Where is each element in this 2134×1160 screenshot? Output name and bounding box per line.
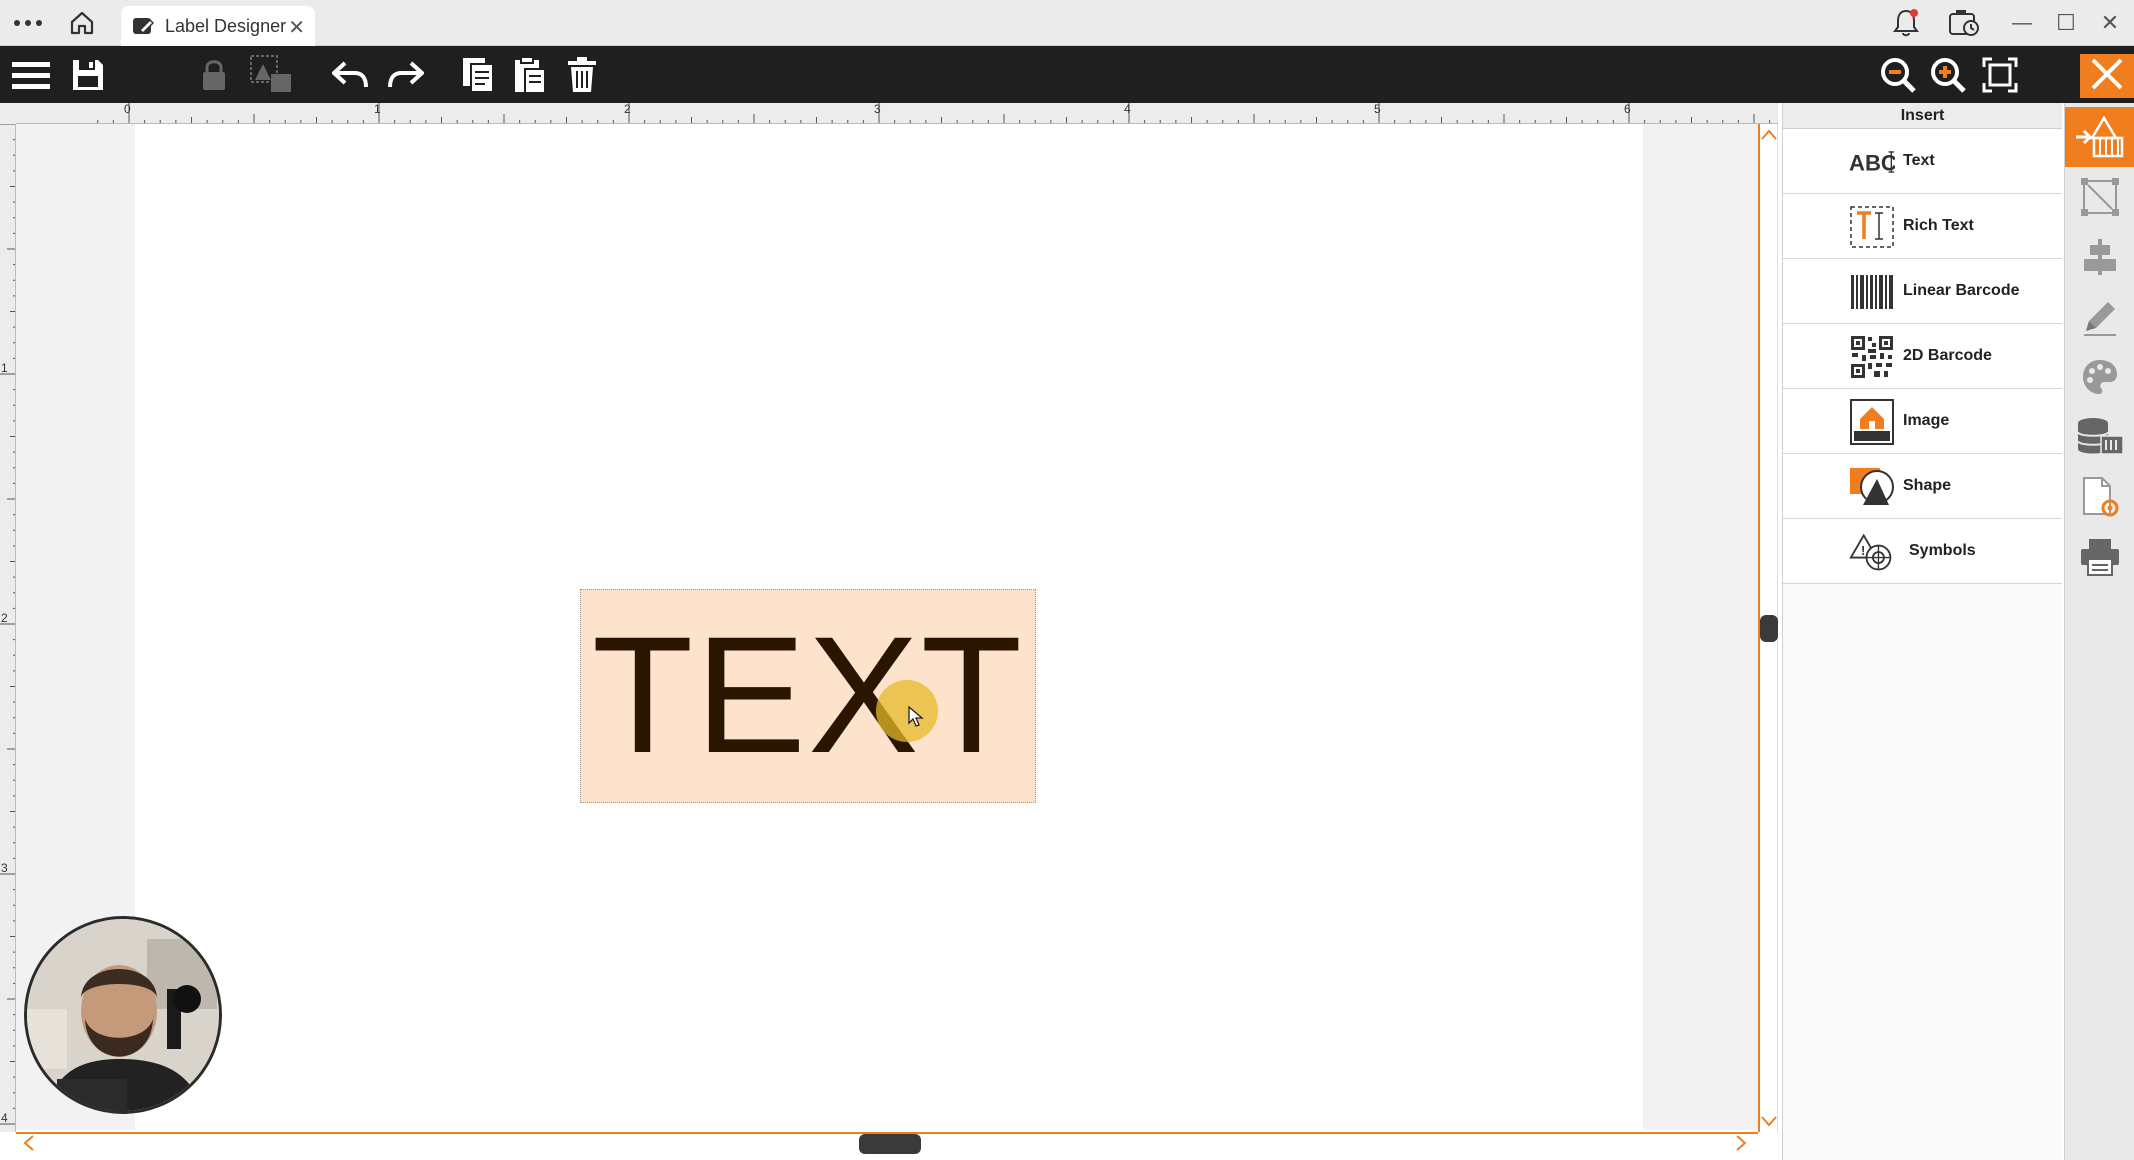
scroll-left-icon[interactable] [22, 1134, 36, 1156]
close-designer-button[interactable] [2080, 54, 2134, 98]
palette-icon[interactable] [2065, 347, 2134, 407]
redo-icon[interactable] [384, 46, 428, 103]
insert-item-rich-text[interactable]: Rich Text [1783, 194, 2062, 259]
insert-item-shape[interactable]: Shape [1783, 454, 2062, 519]
copy-icon[interactable] [456, 46, 500, 103]
window-close-button[interactable]: ✕ [2092, 0, 2128, 46]
edit-pencil-icon[interactable] [2065, 287, 2134, 347]
group-icon[interactable] [246, 46, 298, 103]
ruler-h-4: 4 [1124, 103, 1131, 116]
vertical-scrollbar[interactable] [1758, 124, 1778, 1132]
insert-item-label: Rich Text [1903, 217, 1974, 234]
zoom-in-icon[interactable] [1926, 46, 1970, 103]
main-toolbar [0, 46, 2134, 103]
more-options-icon[interactable] [8, 0, 48, 46]
ruler-h-6: 6 [1624, 103, 1631, 116]
webcam-overlay [24, 916, 222, 1114]
insert-item-label: Symbols [1909, 542, 1976, 559]
scroll-right-icon[interactable] [1734, 1134, 1748, 1156]
side-tool-strip [2064, 103, 2134, 1160]
ruler-h-2: 2 [624, 103, 631, 116]
horizontal-ruler-ticks [97, 103, 1771, 123]
window-maximize-button[interactable]: ☐ [2048, 0, 2084, 46]
insert-item-label: 2D Barcode [1903, 347, 1992, 364]
insert-icon[interactable] [2065, 107, 2134, 167]
zoom-out-icon[interactable] [1876, 46, 1920, 103]
presenter-video-feed [27, 919, 219, 1111]
insert-item-label: Text [1903, 152, 1935, 169]
qr-code-icon [1849, 334, 1895, 380]
insert-item-image[interactable]: Image [1783, 389, 2062, 454]
object-properties-icon[interactable] [2065, 167, 2134, 227]
tab-label-designer[interactable]: Label Designer ✕ [121, 6, 315, 46]
shape-icon [1849, 464, 1895, 510]
rich-text-icon [1849, 204, 1895, 250]
print-icon[interactable] [2065, 527, 2134, 587]
linear-barcode-icon [1849, 269, 1895, 315]
scroll-up-icon[interactable] [1760, 126, 1778, 146]
vertical-ruler: 1 2 3 4 [0, 124, 16, 1132]
home-icon[interactable] [64, 0, 100, 46]
horizontal-ruler: 0 1 2 3 4 5 6 [16, 103, 1778, 124]
document-settings-icon[interactable] [2065, 467, 2134, 527]
svg-text:!: ! [1861, 543, 1865, 558]
align-icon[interactable] [2065, 227, 2134, 287]
insert-item-linear-barcode[interactable]: Linear Barcode [1783, 259, 2062, 324]
delete-icon[interactable] [560, 46, 604, 103]
ruler-h-0: 0 [124, 103, 131, 116]
ruler-h-1: 1 [374, 103, 381, 116]
svg-text:ABC: ABC [1849, 150, 1895, 175]
insert-panel-title: Insert [1783, 103, 2062, 129]
paste-icon[interactable] [508, 46, 552, 103]
ruler-v-4: 4 [1, 1111, 8, 1125]
horizontal-scroll-thumb[interactable] [859, 1134, 921, 1154]
ruler-h-5: 5 [1374, 103, 1381, 116]
image-icon [1849, 399, 1895, 445]
vertical-scroll-thumb[interactable] [1760, 615, 1778, 642]
symbols-icon: ! [1849, 529, 1895, 575]
ruler-corner [0, 103, 16, 124]
ruler-v-3: 3 [1, 861, 8, 875]
ruler-v-2: 2 [1, 611, 8, 625]
insert-item-label: Image [1903, 412, 1950, 429]
insert-item-label: Linear Barcode [1903, 282, 2020, 299]
window-minimize-button[interactable]: — [2004, 0, 2040, 46]
click-highlight [876, 680, 938, 742]
ruler-h-3: 3 [874, 103, 881, 116]
lock-icon[interactable] [194, 46, 234, 103]
insert-item-label: Shape [1903, 477, 1952, 494]
fit-page-icon[interactable] [1978, 46, 2022, 103]
undo-icon[interactable] [328, 46, 372, 103]
horizontal-scrollbar[interactable] [16, 1132, 1758, 1154]
close-icon [2089, 56, 2125, 97]
vertical-ruler-ticks [0, 124, 15, 1125]
insert-item-symbols[interactable]: ! Symbols [1783, 519, 2062, 584]
tab-close-icon[interactable]: ✕ [288, 15, 305, 40]
mouse-pointer-icon [908, 705, 924, 733]
ruler-v-1: 1 [1, 361, 8, 375]
insert-item-text[interactable]: ABC Text [1783, 129, 2062, 194]
label-designer-icon [131, 14, 155, 38]
text-object[interactable]: TEXT [580, 589, 1036, 803]
text-object-content: TEXT [591, 603, 1025, 788]
insert-panel: Insert ABC Text Rich Text Linear Barcode… [1782, 103, 2062, 1160]
camera-settings-icon[interactable] [1942, 0, 1986, 46]
scroll-down-icon[interactable] [1760, 1112, 1778, 1132]
save-icon[interactable] [66, 46, 110, 103]
tab-title: Label Designer [165, 15, 287, 36]
title-bar: Label Designer ✕ — ☐ ✕ [0, 0, 2134, 46]
insert-item-2d-barcode[interactable]: 2D Barcode [1783, 324, 2062, 389]
notification-bell-icon[interactable] [1886, 0, 1926, 46]
abc-text-icon: ABC [1849, 139, 1895, 185]
database-icon[interactable] [2065, 407, 2134, 467]
menu-icon[interactable] [8, 46, 54, 103]
